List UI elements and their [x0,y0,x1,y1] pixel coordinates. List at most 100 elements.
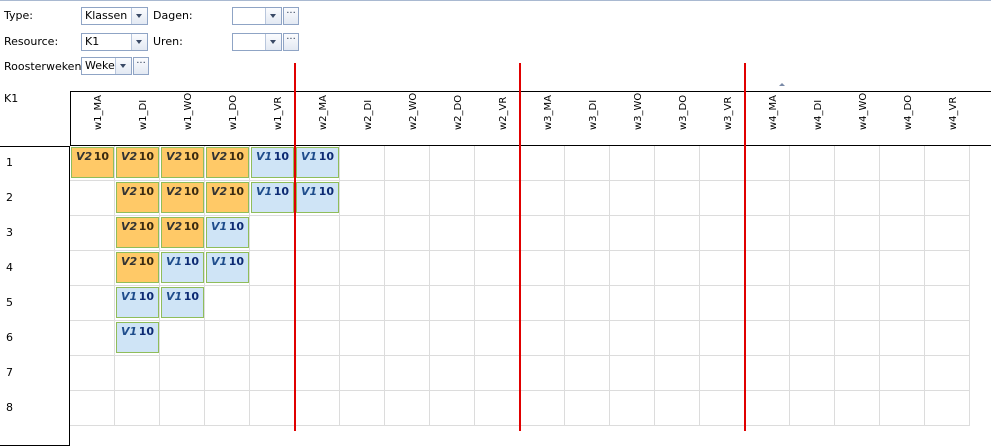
grid-cell[interactable] [835,146,880,181]
grid-cell[interactable] [565,321,610,356]
grid-cell[interactable] [925,181,970,216]
grid-cell[interactable] [925,146,970,181]
grid-cell[interactable] [475,391,520,426]
grid-cell[interactable] [385,286,430,321]
lesson-block[interactable]: V2 10 [161,182,204,213]
grid-cell[interactable] [700,286,745,321]
grid-cell[interactable] [115,356,160,391]
grid-cell[interactable] [475,216,520,251]
grid-cell[interactable] [475,146,520,181]
chevron-down-icon[interactable] [115,58,131,74]
lesson-block[interactable]: V2 10 [161,217,204,248]
grid-cell[interactable] [520,181,565,216]
grid-cell[interactable] [475,286,520,321]
row-header-7[interactable]: 7 [6,366,13,379]
grid-cell[interactable] [520,391,565,426]
grid-cell[interactable] [880,356,925,391]
grid-cell[interactable] [385,181,430,216]
lesson-block[interactable]: V1 10 [161,287,204,318]
lesson-block[interactable]: V1 10 [206,252,249,283]
grid-cell[interactable] [835,321,880,356]
grid-cell[interactable] [160,321,205,356]
grid-cell[interactable] [835,391,880,426]
grid-cell[interactable] [655,286,700,321]
grid-cell[interactable] [565,181,610,216]
grid-cell[interactable] [745,321,790,356]
grid-cell[interactable] [250,286,295,321]
row-header-1[interactable]: 1 [6,156,13,169]
grid-cell[interactable] [295,321,340,356]
grid-cell[interactable] [655,391,700,426]
lesson-block[interactable]: V1 10 [116,287,159,318]
lesson-block[interactable]: V2 10 [116,182,159,213]
grid-cell[interactable] [880,321,925,356]
grid-cell[interactable] [610,321,655,356]
column-header-w2_VR[interactable]: w2_VR [475,92,520,145]
type-combobox[interactable]: Klassen [81,7,148,25]
column-header-w2_DO[interactable]: w2_DO [430,92,475,145]
lesson-block[interactable]: V2 10 [116,147,159,178]
grid-cell[interactable] [880,251,925,286]
grid-cell[interactable] [70,321,115,356]
grid-cell[interactable] [745,146,790,181]
resource-combobox[interactable]: K1 [81,33,148,51]
grid-cell[interactable] [70,356,115,391]
roosterweken-combobox[interactable]: Weker [81,57,132,75]
grid-cell[interactable] [610,146,655,181]
grid-cell[interactable] [835,286,880,321]
grid-cell[interactable] [295,356,340,391]
grid-cell[interactable] [520,251,565,286]
lesson-block[interactable]: V2 10 [161,147,204,178]
grid-cell[interactable] [745,356,790,391]
grid-cell[interactable] [745,251,790,286]
dagen-ellipsis-button[interactable]: ··· [283,7,299,25]
lesson-block[interactable]: V2 10 [116,252,159,283]
column-header-w4_WO[interactable]: w4_WO [835,92,880,145]
grid-cell[interactable] [565,356,610,391]
grid-cell[interactable] [655,181,700,216]
grid-cell[interactable] [385,216,430,251]
grid-cell[interactable] [250,251,295,286]
grid-cell[interactable] [700,181,745,216]
grid-cell[interactable] [475,356,520,391]
grid-cell[interactable] [430,251,475,286]
grid-cell[interactable] [835,181,880,216]
grid-cell[interactable] [385,321,430,356]
column-header-w3_DI[interactable]: w3_DI [565,92,610,145]
grid-cell[interactable] [610,286,655,321]
grid-cell[interactable] [340,146,385,181]
lesson-block[interactable]: V1 10 [206,217,249,248]
grid-cell[interactable] [700,356,745,391]
grid-cell[interactable] [250,356,295,391]
grid-cell[interactable] [340,356,385,391]
grid-cell[interactable] [520,286,565,321]
grid-cell[interactable] [700,251,745,286]
grid-cell[interactable] [340,286,385,321]
grid-cell[interactable] [790,321,835,356]
grid-cell[interactable] [610,216,655,251]
grid-cell[interactable] [205,286,250,321]
dagen-combobox[interactable] [232,7,282,25]
column-header-w3_WO[interactable]: w3_WO [610,92,655,145]
grid-cell[interactable] [430,146,475,181]
grid-cell[interactable] [520,321,565,356]
chevron-down-icon[interactable] [131,8,147,24]
column-header-w2_WO[interactable]: w2_WO [385,92,430,145]
grid-cell[interactable] [475,321,520,356]
grid-cell[interactable] [430,321,475,356]
grid-cell[interactable] [385,146,430,181]
grid-cell[interactable] [790,356,835,391]
column-header-w1_WO[interactable]: w1_WO [160,92,205,145]
lesson-block[interactable]: V1 10 [296,182,339,213]
grid-cell[interactable] [340,181,385,216]
column-header-w2_DI[interactable]: w2_DI [340,92,385,145]
grid-cell[interactable] [790,146,835,181]
lesson-block[interactable]: V1 10 [251,147,294,178]
column-header-w4_MA[interactable]: w4_MA [745,92,790,145]
grid-cell[interactable] [565,146,610,181]
grid-cell[interactable] [610,391,655,426]
row-header-8[interactable]: 8 [6,401,13,414]
grid-cell[interactable] [745,216,790,251]
column-header-w4_DO[interactable]: w4_DO [880,92,925,145]
grid-cell[interactable] [520,146,565,181]
